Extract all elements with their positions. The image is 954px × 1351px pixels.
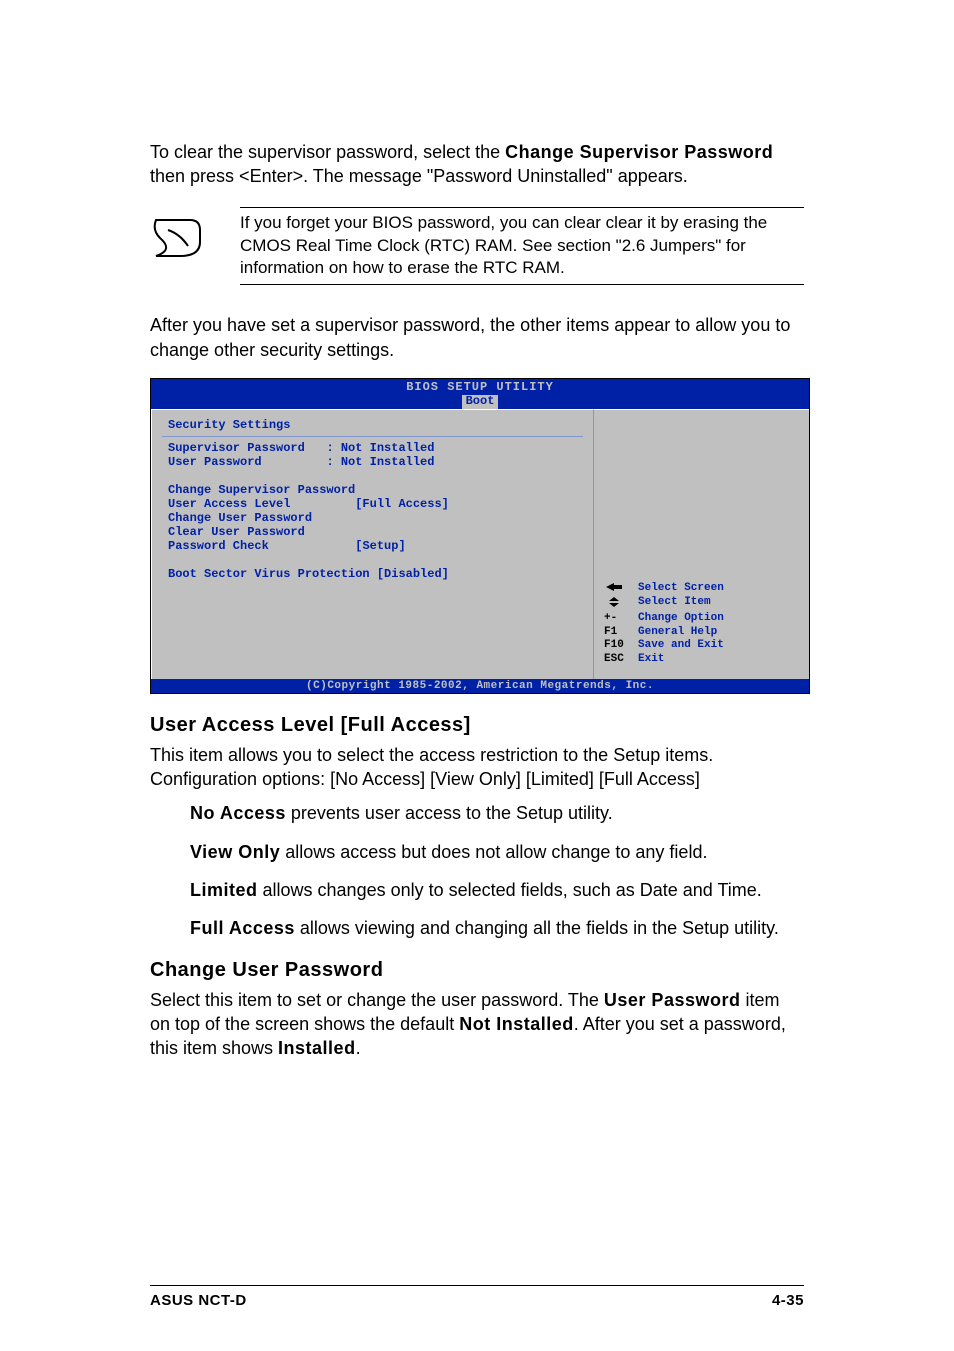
help-f1-key: F1 [604, 626, 638, 640]
help-f10-key: F10 [604, 639, 638, 653]
bios-sup-pw-val: : Not Installed [326, 441, 434, 455]
opt-full-access-b: Full Access [190, 918, 295, 938]
after-note-paragraph: After you have set a supervisor password… [150, 313, 804, 362]
opt-full-access-t: allows viewing and changing all the fiel… [295, 918, 779, 938]
help-pm-desc: Change Option [638, 612, 724, 626]
intro-bold: Change Supervisor Password [505, 142, 773, 162]
bios-section: Security Settings [168, 418, 290, 432]
bios-pwcheck-val: [Setup] [355, 539, 405, 553]
note-text: If you forget your BIOS password, you ca… [220, 212, 804, 281]
opt-view-only: View Only allows access but does not all… [190, 840, 804, 864]
bios-change-sup: Change Supervisor Password [168, 483, 355, 497]
cup-b3: Installed [278, 1038, 356, 1058]
opt-limited: Limited allows changes only to selected … [190, 878, 804, 902]
bios-title: BIOS SETUP UTILITY [151, 380, 809, 394]
bios-boot-label: Boot Sector Virus Protection [168, 567, 370, 581]
ual-description: This item allows you to select the acces… [150, 743, 804, 792]
ual-heading: User Access Level [Full Access] [150, 714, 804, 737]
intro-paragraph: To clear the supervisor password, select… [150, 140, 804, 189]
help-esc-key: ESC [604, 653, 638, 667]
bios-header: BIOS SETUP UTILITY Boot [151, 379, 809, 409]
bios-ual-label: User Access Level [168, 497, 290, 511]
bios-sup-pw-label: Supervisor Password [168, 441, 305, 455]
bios-user-pw-label: User Password [168, 455, 262, 469]
help-select-screen: Select Screen [638, 582, 724, 596]
page-footer: ASUS NCT-D 4-35 [150, 1285, 804, 1309]
bios-right-panel: Select Screen Select Item +-Change Optio… [594, 409, 809, 679]
intro-post: then press <Enter>. The message "Passwor… [150, 166, 688, 186]
arrow-left-icon [604, 582, 638, 596]
footer-page-number: 4-35 [772, 1292, 804, 1309]
bios-ual-val: [Full Access] [355, 497, 449, 511]
intro-pre: To clear the supervisor password, select… [150, 142, 505, 162]
bios-tab-boot: Boot [462, 395, 499, 408]
bios-left-panel: Security Settings Supervisor Password : … [151, 409, 594, 679]
bios-pwcheck-label: Password Check [168, 539, 269, 553]
opt-no-access: No Access prevents user access to the Se… [190, 801, 804, 825]
cup-t1: Select this item to set or change the us… [150, 990, 604, 1010]
cup-t4: . [356, 1038, 361, 1058]
bios-copyright: (C)Copyright 1985-2002, American Megatre… [151, 679, 809, 693]
options-list: No Access prevents user access to the Se… [190, 801, 804, 940]
help-f10-desc: Save and Exit [638, 639, 724, 653]
bios-boot-val: [Disabled] [377, 567, 449, 581]
opt-no-access-t: prevents user access to the Setup utilit… [286, 803, 613, 823]
bios-help-keys: Select Screen Select Item +-Change Optio… [604, 582, 724, 667]
opt-no-access-b: No Access [190, 803, 286, 823]
help-select-item: Select Item [638, 596, 711, 612]
arrow-updown-icon [604, 596, 638, 612]
help-f1-desc: General Help [638, 626, 717, 640]
cup-paragraph: Select this item to set or change the us… [150, 988, 804, 1061]
opt-limited-b: Limited [190, 880, 258, 900]
cup-b1: User Password [604, 990, 741, 1010]
note-block: If you forget your BIOS password, you ca… [150, 207, 804, 286]
cup-b2: Not Installed [459, 1014, 574, 1034]
help-pm-key: +- [604, 612, 638, 626]
bios-user-pw-val: : Not Installed [326, 455, 434, 469]
opt-limited-t: allows changes only to selected fields, … [258, 880, 762, 900]
footer-product: ASUS NCT-D [150, 1292, 247, 1309]
help-esc-desc: Exit [638, 653, 664, 667]
bios-screenshot: BIOS SETUP UTILITY Boot Security Setting… [150, 378, 810, 694]
opt-view-only-b: View Only [190, 842, 280, 862]
opt-view-only-t: allows access but does not allow change … [280, 842, 707, 862]
bios-change-user: Change User Password [168, 511, 312, 525]
opt-full-access: Full Access allows viewing and changing … [190, 916, 804, 940]
cup-heading: Change User Password [150, 959, 804, 982]
note-icon [150, 212, 220, 260]
bios-clear-user: Clear User Password [168, 525, 305, 539]
